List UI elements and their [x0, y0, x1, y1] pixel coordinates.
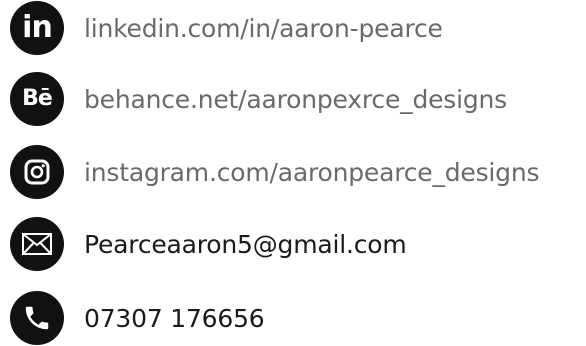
linkedin-icon: in	[10, 1, 64, 55]
linkedin-link[interactable]: linkedin.com/in/aaron-pearce	[84, 16, 443, 41]
behance-link[interactable]: behance.net/aaronpexrce_designs	[84, 87, 507, 112]
mail-icon	[10, 217, 64, 271]
phone-number[interactable]: 07307 176656	[84, 306, 265, 331]
instagram-icon	[10, 145, 64, 199]
behance-icon: Bē	[10, 72, 64, 126]
email-link[interactable]: Pearceaaron5@gmail.com	[84, 232, 407, 257]
contact-item-email[interactable]: Pearceaaron5@gmail.com	[10, 216, 407, 272]
instagram-link[interactable]: instagram.com/aaronpearce_designs	[84, 160, 540, 185]
contact-item-behance[interactable]: Bē behance.net/aaronpexrce_designs	[10, 71, 507, 127]
contact-item-linkedin[interactable]: in linkedin.com/in/aaron-pearce	[10, 0, 443, 56]
contact-item-instagram[interactable]: instagram.com/aaronpearce_designs	[10, 144, 540, 200]
phone-icon	[10, 291, 64, 345]
contact-item-phone[interactable]: 07307 176656	[10, 290, 265, 346]
